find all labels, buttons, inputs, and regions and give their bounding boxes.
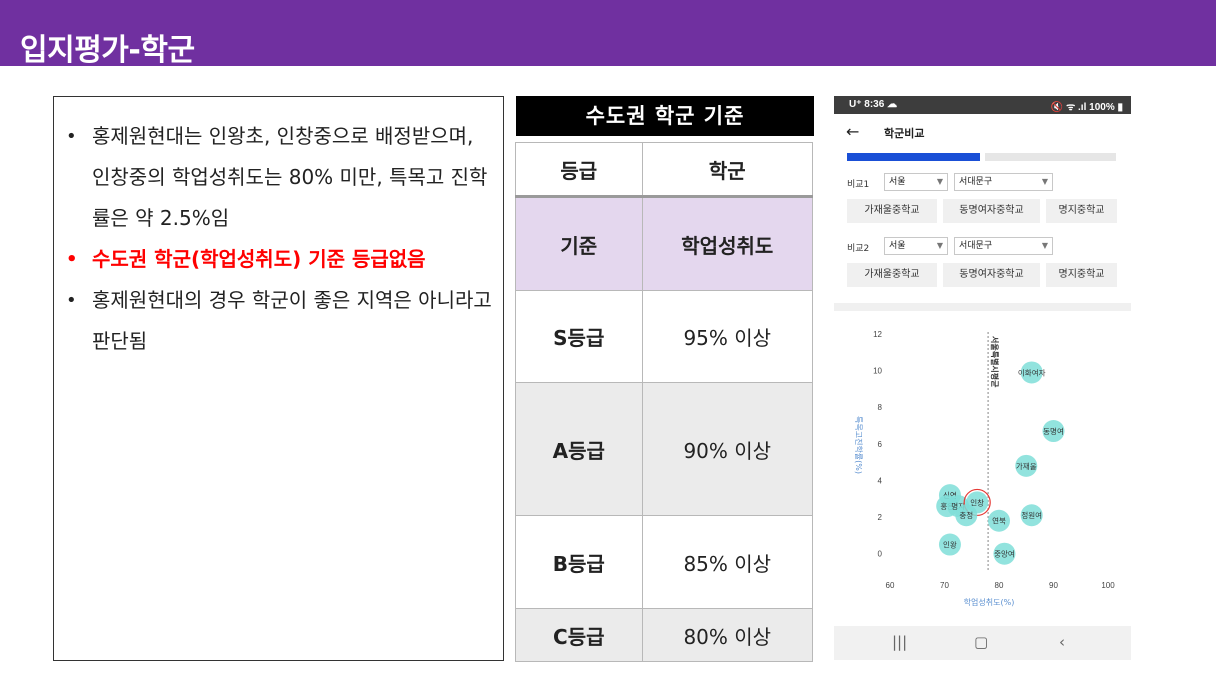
compare1-district-select[interactable]: 서대문구 ▼ (954, 173, 1053, 191)
y-tick-label: 0 (878, 550, 883, 559)
grade-table: 등급 학군 기준 학업성취도 S등급 95% 이상 A등급 90% 이상 B등급… (515, 142, 814, 662)
criterion-cell: 90% 이상 (641, 382, 814, 516)
x-axis-label: 학업성취도(%) (964, 597, 1015, 607)
header-cell-grade: 등급 (515, 142, 643, 198)
compare2-district-value: 서대문구 (959, 241, 993, 251)
chevron-down-icon: ▼ (936, 177, 943, 186)
data-label: 이화여자 (1018, 367, 1046, 377)
y-tick-label: 8 (878, 403, 883, 412)
bullet-item-school-assignment: 홍제원현대는 인왕초, 인창중으로 배정받으며, 인창중의 학업성취도는 80%… (64, 116, 494, 239)
status-indicators: 🔇 ᯤ .ıl 100% ▮ (1050, 102, 1123, 113)
grade-table-title: 수도권 학군 기준 (516, 96, 814, 136)
school-chip[interactable]: 명지중학교 (1046, 263, 1117, 287)
table-row: B등급 85% 이상 (515, 515, 814, 609)
data-label: 정원여 (1021, 510, 1042, 520)
android-nav-bar: ||| ▢ ‹ (834, 626, 1131, 660)
school-chip[interactable]: 가재울중학교 (847, 199, 937, 223)
back-arrow-icon[interactable]: ← (846, 122, 859, 141)
compare2-school-chips: 가재울중학교 동명여자중학교 명지중학교 (847, 263, 1117, 287)
data-label: 가재울 (1016, 462, 1037, 471)
scatter-chart: 0 2 4 6 8 10 12 60 70 80 90 100 학업성취도(%) 특목고진학률(%) 서울특… (854, 330, 1115, 607)
summary-text-box: 홍제원현대는 인왕초, 인창중으로 배정받으며, 인창중의 학업성취도는 80%… (53, 96, 504, 661)
home-icon[interactable]: ▢ (974, 633, 988, 651)
basis-label-cell: 기준 (515, 196, 643, 291)
status-bar: U⁺ 8:36 ☁ 🔇 ᯤ .ıl 100% ▮ (834, 96, 1131, 114)
table-row: S등급 95% 이상 (515, 290, 814, 383)
compare2-district-select[interactable]: 서대문구 ▼ (954, 237, 1053, 255)
recent-apps-icon[interactable]: ||| (892, 633, 907, 651)
back-icon[interactable]: ‹ (1059, 633, 1065, 651)
compare2-region-value: 서울 (889, 241, 906, 251)
x-tick-label: 70 (940, 581, 949, 590)
compare1-row: 비교1 서울 ▼ 서대문구 ▼ (847, 173, 1117, 191)
y-tick-label: 4 (878, 476, 883, 485)
y-axis-label: 특목고진학률(%) (854, 416, 864, 474)
bullet-item-conclusion: 홍제원현대의 경우 학군이 좋은 지역은 아니라고 판단됨 (64, 280, 494, 362)
y-tick-label: 10 (873, 367, 882, 376)
school-chip[interactable]: 가재울중학교 (847, 263, 937, 287)
y-tick-label: 6 (878, 440, 883, 449)
title-bar: 입지평가-학군 (0, 0, 1216, 68)
data-label: 인창 (970, 497, 984, 507)
compare1-school-chips: 가재울중학교 동명여자중학교 명지중학교 (847, 199, 1117, 223)
data-label: 연북 (992, 517, 1006, 526)
y-tick-label: 2 (878, 513, 883, 522)
bullet-item-grade-result: 수도권 학군(학업성취도) 기준 등급없음 (64, 239, 494, 280)
school-chip[interactable]: 동명여자중학교 (943, 263, 1040, 287)
x-tick-label: 80 (995, 581, 1004, 590)
data-label: 중앙여 (994, 549, 1015, 559)
phone-screenshot: U⁺ 8:36 ☁ 🔇 ᯤ .ıl 100% ▮ ← 학군비교 비교1 서울 ▼… (834, 96, 1131, 660)
compare2-region-select[interactable]: 서울 ▼ (884, 237, 948, 255)
tab-active-indicator[interactable] (847, 153, 980, 161)
grade-cell: B등급 (515, 515, 643, 609)
grade-cell: A등급 (515, 382, 643, 516)
header-cell-school-district: 학군 (641, 142, 814, 198)
criterion-cell: 85% 이상 (641, 515, 814, 609)
data-label: 충정 (959, 510, 973, 520)
compare2-row: 비교2 서울 ▼ 서대문구 ▼ (847, 237, 1117, 255)
slide-title: 입지평가-학군 (20, 33, 195, 68)
table-header-row: 등급 학군 (515, 142, 814, 198)
status-time: U⁺ 8:36 ☁ (849, 99, 898, 110)
x-tick-label: 60 (886, 581, 895, 590)
compare1-district-value: 서대문구 (959, 177, 993, 187)
data-label: 인왕 (943, 540, 957, 550)
compare2-label: 비교2 (847, 244, 870, 254)
x-tick-label: 100 (1101, 581, 1115, 590)
chevron-down-icon: ▼ (1041, 177, 1048, 186)
chevron-down-icon: ▼ (1041, 241, 1048, 250)
compare1-label: 비교1 (847, 180, 870, 190)
compare1-region-value: 서울 (889, 177, 906, 187)
tab-inactive-indicator[interactable] (985, 153, 1116, 161)
table-row: A등급 90% 이상 (515, 382, 814, 516)
criterion-cell: 95% 이상 (641, 290, 814, 383)
school-chip[interactable]: 명지중학교 (1046, 199, 1117, 223)
grade-cell: S등급 (515, 290, 643, 383)
compare1-region-select[interactable]: 서울 ▼ (884, 173, 948, 191)
table-row: C등급 80% 이상 (515, 608, 814, 662)
school-chip[interactable]: 동명여자중학교 (943, 199, 1040, 223)
app-bar: ← 학군비교 (834, 114, 1131, 152)
summary-bullets: 홍제원현대는 인왕초, 인창중으로 배정받으며, 인창중의 학업성취도는 80%… (64, 116, 494, 362)
app-title: 학군비교 (884, 127, 925, 140)
y-tick-label: 12 (873, 330, 882, 339)
data-label: 동명여 (1043, 426, 1064, 436)
table-basis-row: 기준 학업성취도 (515, 196, 814, 291)
grade-cell: C등급 (515, 608, 643, 662)
criterion-cell: 80% 이상 (641, 608, 814, 662)
basis-value-cell: 학업성취도 (641, 196, 814, 291)
x-tick-label: 90 (1049, 581, 1058, 590)
reference-line-label: 서울특별시평균 (990, 336, 1000, 388)
section-divider (834, 303, 1131, 311)
chevron-down-icon: ▼ (936, 241, 943, 250)
